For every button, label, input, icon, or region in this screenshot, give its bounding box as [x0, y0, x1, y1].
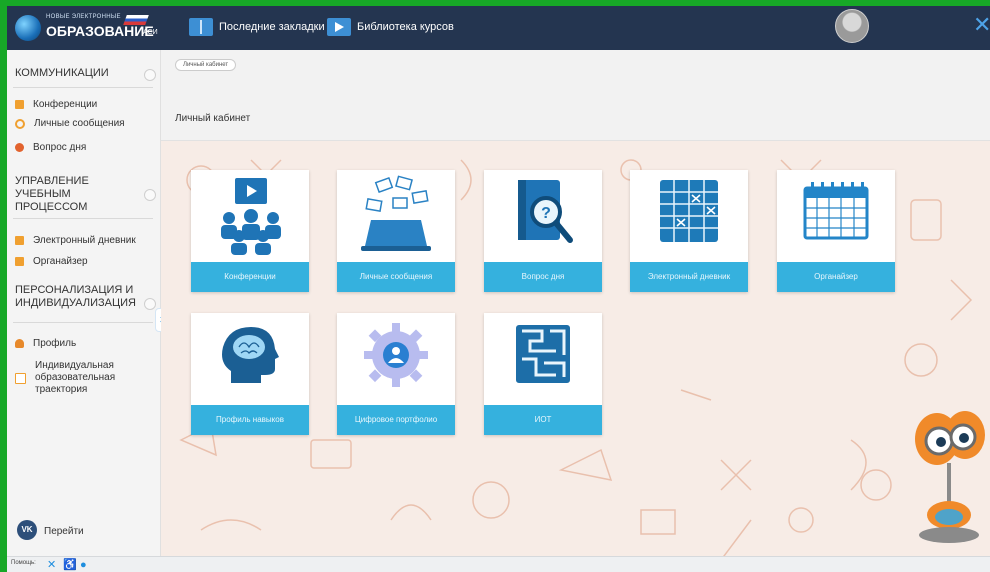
maze-tile-icon	[516, 325, 570, 383]
goto-link[interactable]: Перейти	[44, 526, 84, 537]
tile-label: Конференции	[191, 262, 309, 292]
flag-icon	[123, 15, 149, 25]
section-personalization-toggle[interactable]	[144, 298, 156, 310]
tile-label: Вопрос дня	[484, 262, 602, 292]
tile-label: ИОТ	[484, 405, 602, 435]
tile-label: Цифровое портфолио	[337, 405, 455, 435]
divider	[13, 87, 153, 88]
nav-recent-bookmarks[interactable]: Последние закладки	[189, 18, 325, 36]
tile-label: Профиль навыков	[191, 405, 309, 435]
top-bar: НОВЫЕ ЭЛЕКТРОННЫЕ ОБРАЗОВАНИЕ АСИ Послед…	[7, 6, 990, 50]
section-communications-toggle[interactable]	[144, 69, 156, 81]
sidebar-item-label: Индивидуальная образовательная траектори…	[35, 360, 116, 395]
tile-label: Электронный дневник	[630, 262, 748, 292]
section-learning-toggle[interactable]	[144, 189, 156, 201]
tile-iot[interactable]: ИОТ	[484, 313, 602, 435]
bottom-bar: Помощь: ✕ ♿ ●	[7, 556, 990, 572]
magnifier-icon	[15, 143, 24, 152]
nav-course-library[interactable]: Библиотека курсов	[327, 18, 454, 36]
sidebar-item-e-diary[interactable]: Электронный дневник	[15, 235, 136, 247]
svg-text:?: ?	[541, 205, 551, 222]
tile-messages[interactable]: Личные сообщения	[337, 170, 455, 292]
divider	[13, 218, 153, 219]
person-icon	[15, 339, 24, 348]
globe-logo-icon	[15, 15, 41, 41]
sidebar-item-label: Личные сообщения	[34, 118, 125, 129]
question-tile-icon: ?	[518, 180, 573, 243]
sidebar-item-profile[interactable]: Профиль	[15, 338, 76, 350]
sidebar: КОММУНИКАЦИИ Конференции Личные сообщени…	[7, 50, 161, 556]
logo[interactable]: НОВЫЕ ЭЛЕКТРОННЫЕ ОБРАЗОВАНИЕ АСИ	[13, 11, 163, 45]
video-play-icon	[327, 18, 351, 36]
page-title: Личный кабинет	[175, 113, 251, 124]
tile-label: Личные сообщения	[337, 262, 455, 292]
section-communications-title[interactable]: КОММУНИКАЦИИ	[15, 67, 109, 80]
info-icon[interactable]: ●	[80, 559, 87, 571]
tile-e-diary[interactable]: Электронный дневник	[630, 170, 748, 292]
vk-icon[interactable]: VK	[17, 520, 37, 540]
breadcrumb[interactable]: Личный кабинет	[175, 59, 237, 71]
conference-icon	[15, 100, 24, 109]
nav-course-library-label: Библиотека курсов	[357, 21, 454, 33]
section-learning-title[interactable]: УПРАВЛЕНИЕ УЧЕБНЫМ ПРОЦЕССОМ	[15, 175, 143, 214]
owl-mascot	[915, 411, 985, 543]
book-icon	[189, 18, 213, 36]
sidebar-item-learning-path[interactable]: Индивидуальная образовательная траектори…	[15, 360, 135, 396]
diary-icon	[15, 236, 24, 245]
main-content: Личный кабинет Личный кабинет Конференци…	[161, 50, 990, 556]
close-icon[interactable]: ✕	[973, 12, 990, 38]
sidebar-item-label: Органайзер	[33, 256, 88, 267]
logo-title: ОБРАЗОВАНИЕ	[46, 23, 154, 39]
calendar-icon	[15, 257, 24, 266]
sidebar-item-label: Вопрос дня	[33, 142, 87, 153]
divider	[13, 322, 153, 323]
conference-tile-icon	[221, 178, 281, 255]
tile-label: Органайзер	[777, 262, 895, 292]
page-header: Личный кабинет Личный кабинет	[161, 50, 990, 141]
sidebar-item-label: Электронный дневник	[33, 235, 136, 246]
sidebar-item-messages[interactable]: Личные сообщения	[15, 118, 125, 130]
portfolio-gear-icon	[364, 323, 428, 387]
tile-skills-profile[interactable]: Профиль навыков	[191, 313, 309, 435]
user-avatar[interactable]	[835, 9, 869, 43]
diary-tile-icon	[660, 180, 718, 242]
sidebar-item-conferences[interactable]: Конференции	[15, 99, 97, 111]
logo-tag: АСИ	[143, 29, 158, 36]
tile-organizer[interactable]: Органайзер	[777, 170, 895, 292]
calendar-tile-icon	[803, 182, 869, 240]
tools-icon[interactable]: ✕	[47, 559, 56, 571]
sidebar-item-label: Конференции	[33, 99, 98, 110]
tile-digital-portfolio[interactable]: Цифровое портфолио	[337, 313, 455, 435]
message-icon	[15, 119, 25, 129]
tile-question-of-day[interactable]: ? Вопрос дня	[484, 170, 602, 292]
nav-recent-bookmarks-label: Последние закладки	[219, 21, 325, 33]
brain-tile-icon	[222, 327, 279, 383]
logo-subtitle: НОВЫЕ ЭЛЕКТРОННЫЕ	[46, 14, 121, 20]
help-label: Помощь:	[11, 560, 36, 566]
app-window: НОВЫЕ ЭЛЕКТРОННЫЕ ОБРАЗОВАНИЕ АСИ Послед…	[7, 6, 990, 572]
sidebar-item-organizer[interactable]: Органайзер	[15, 256, 88, 268]
section-personalization-title[interactable]: ПЕРСОНАЛИЗАЦИЯ И ИНДИВИДУАЛИЗАЦИЯ	[15, 284, 145, 310]
messages-tile-icon	[361, 175, 431, 251]
sidebar-item-question-of-day[interactable]: Вопрос дня	[15, 142, 86, 154]
accessibility-icon[interactable]: ♿	[63, 559, 77, 571]
tile-conferences[interactable]: Конференции	[191, 170, 309, 292]
sidebar-item-label: Профиль	[33, 338, 77, 349]
path-icon	[15, 373, 26, 384]
